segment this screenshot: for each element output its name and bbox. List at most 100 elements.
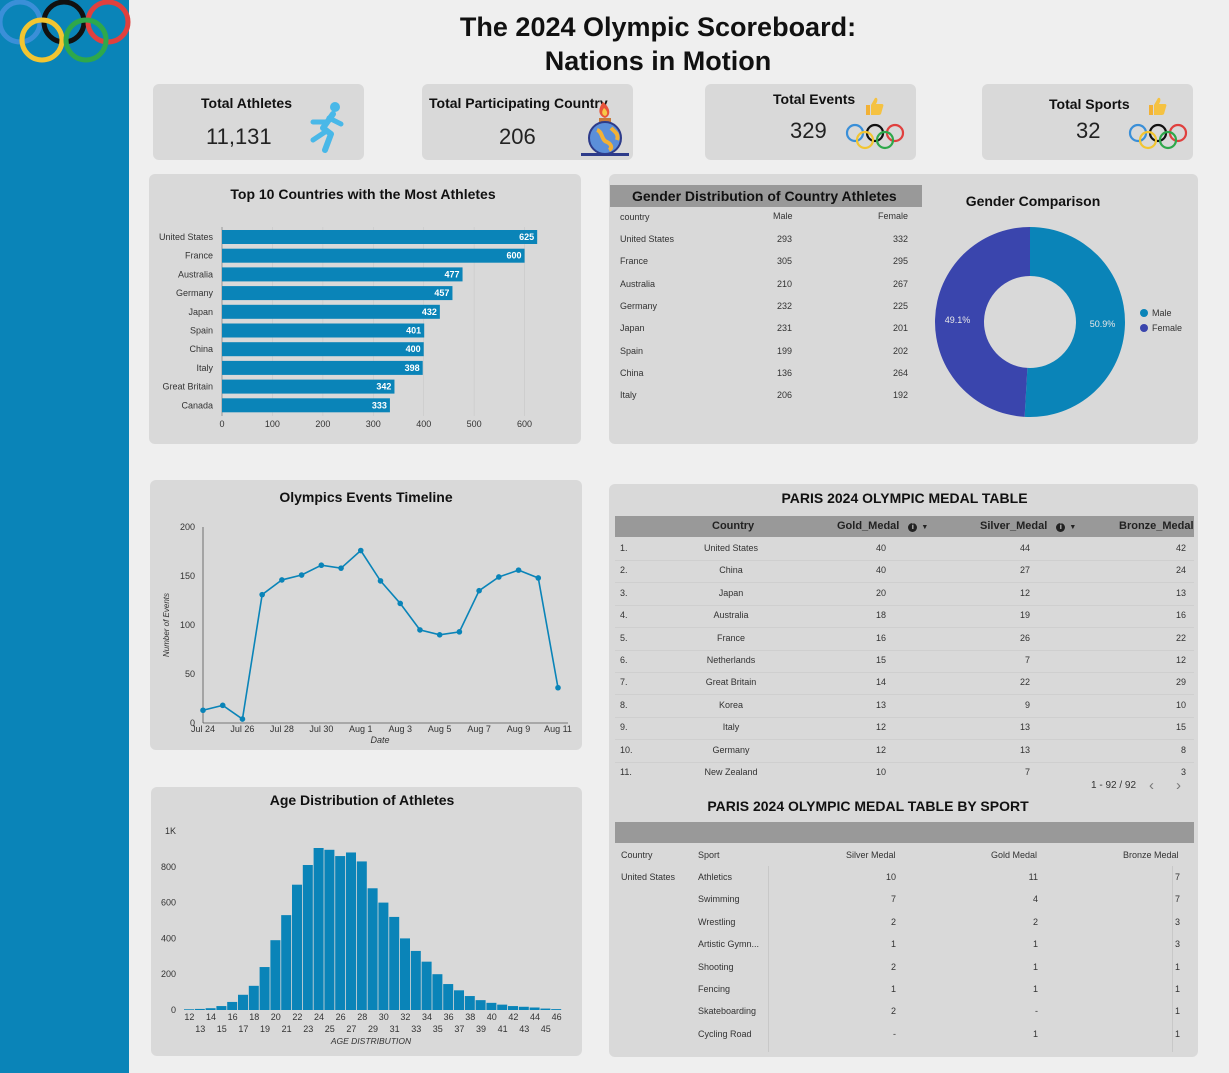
data-point <box>496 574 502 580</box>
col-header-gold[interactable]: Gold_Medal i ▼ <box>837 520 928 532</box>
x-tick-label: 35 <box>433 1024 443 1034</box>
data-point <box>436 632 443 638</box>
bronze-cell: 1 <box>1174 1028 1180 1039</box>
medal-table-title: PARIS 2024 OLYMPIC MEDAL TABLE <box>781 490 1028 506</box>
y-tick-label: 150 <box>180 571 195 581</box>
x-tick-label: Aug 11 <box>544 724 572 734</box>
sport-cell: Wrestling <box>698 916 736 927</box>
info-icon[interactable]: i <box>908 523 918 532</box>
rank-cell: 4. <box>620 610 628 621</box>
bronze-cell: 13 <box>1175 587 1186 598</box>
x-tick-label: 300 <box>366 419 381 429</box>
x-tick-label: 13 <box>195 1024 205 1034</box>
female-cell: 267 <box>893 278 909 289</box>
col-header-sport[interactable]: Sport <box>698 850 720 860</box>
silver-cell: 12 <box>1019 587 1030 598</box>
data-label: 333 <box>372 400 387 410</box>
bar <box>222 304 440 319</box>
rank-cell: 6. <box>620 655 628 665</box>
data-label: 342 <box>376 382 391 392</box>
bronze-cell: 29 <box>1175 677 1186 688</box>
torch-globe-icon <box>581 102 629 156</box>
col-header-silver[interactable]: Silver Medal <box>846 850 896 860</box>
info-icon[interactable]: i <box>1056 523 1066 532</box>
sort-arrow-icon[interactable]: ▼ <box>1069 524 1076 531</box>
x-tick-label: 23 <box>303 1024 313 1034</box>
x-tick-label: 14 <box>206 1012 216 1022</box>
kpi-card-sports: Total Sports 32 <box>982 84 1193 160</box>
next-page-icon[interactable]: › <box>1176 777 1181 794</box>
category-label: Japan <box>188 307 213 317</box>
female-cell: 192 <box>893 390 909 401</box>
x-tick-label: Jul 24 <box>191 724 215 734</box>
data-label: 477 <box>445 269 460 279</box>
histogram-bar <box>313 848 324 1010</box>
histogram-bar <box>443 984 454 1010</box>
data-label: 432 <box>422 307 437 317</box>
gold-cell: - <box>1035 1006 1038 1017</box>
female-cell: 202 <box>893 345 909 356</box>
x-tick-label: 43 <box>519 1024 529 1034</box>
country-cell: Italy <box>722 722 740 733</box>
x-tick-label: 38 <box>465 1012 475 1022</box>
country-cell: Australia <box>713 610 749 621</box>
x-tick-label: 200 <box>315 419 330 429</box>
data-point <box>239 716 246 722</box>
data-label: 400 <box>406 344 421 354</box>
row-divider <box>615 739 1194 741</box>
sort-arrow-icon[interactable]: ▼ <box>921 524 928 531</box>
gold-cell: 40 <box>875 543 886 553</box>
female-cell: 332 <box>893 234 909 244</box>
silver-cell: 13 <box>1019 744 1030 755</box>
bronze-cell: 8 <box>1180 744 1186 755</box>
bronze-cell: 7 <box>1174 894 1180 905</box>
gold-cell: 10 <box>875 767 886 777</box>
x-tick-label: 40 <box>487 1012 497 1022</box>
x-axis-title: AGE DISTRIBUTION <box>330 1036 412 1046</box>
gold-cell: 1 <box>1032 1028 1038 1039</box>
country-cell: Germany <box>620 300 658 311</box>
category-label: United States <box>159 232 214 242</box>
gender-donut-chart: 50.9% 49.1% Male Female <box>934 227 1182 417</box>
x-tick-label: 27 <box>346 1024 356 1034</box>
silver-cell: 7 <box>1024 655 1030 665</box>
country-cell: United States <box>703 543 759 553</box>
silver-cell: 13 <box>1019 722 1030 733</box>
bar <box>222 398 390 413</box>
data-point <box>417 627 423 633</box>
row-divider <box>615 582 1194 584</box>
sport-cell: Shooting <box>698 961 734 972</box>
x-tick-label: 25 <box>325 1024 335 1034</box>
col-header-gold[interactable]: Gold Medal <box>991 850 1037 860</box>
gold-cell: 18 <box>875 610 886 621</box>
histogram-bar <box>184 1009 194 1010</box>
silver-cell: 10 <box>885 872 896 882</box>
prev-page-icon[interactable]: ‹ <box>1149 777 1154 794</box>
col-header-bronze[interactable]: Bronze_Medal <box>1119 520 1194 532</box>
col-header-country[interactable]: Country <box>621 850 653 860</box>
histogram-bar <box>216 1006 227 1010</box>
col-header-bronze[interactable]: Bronze Medal <box>1123 850 1179 860</box>
gold-cell: 11 <box>1028 872 1038 882</box>
histogram-bar <box>454 990 464 1010</box>
country-cell: Italy <box>620 390 637 401</box>
histogram-bar <box>518 1006 529 1010</box>
silver-cell: 44 <box>1019 543 1030 553</box>
col-header-silver[interactable]: Silver_Medal i ▼ <box>980 520 1076 532</box>
silver-cell: 22 <box>1019 677 1030 688</box>
bar <box>222 323 425 338</box>
x-tick-label: 46 <box>552 1012 562 1022</box>
x-tick-label: 20 <box>271 1012 281 1022</box>
histogram-bar <box>475 1000 486 1010</box>
country-cell: Germany <box>712 744 750 755</box>
x-tick-label: 0 <box>219 419 224 429</box>
olympic-rings-logo <box>0 0 131 63</box>
x-tick-label: 39 <box>476 1024 486 1034</box>
bar <box>222 230 538 244</box>
col-header-country[interactable]: Country <box>712 520 754 532</box>
kpi-value: 11,131 <box>206 124 272 149</box>
bronze-cell: 15 <box>1175 722 1186 733</box>
silver-cell: 7 <box>890 894 896 905</box>
x-tick-label: 45 <box>541 1024 551 1034</box>
table-header-male: Male <box>773 211 793 221</box>
